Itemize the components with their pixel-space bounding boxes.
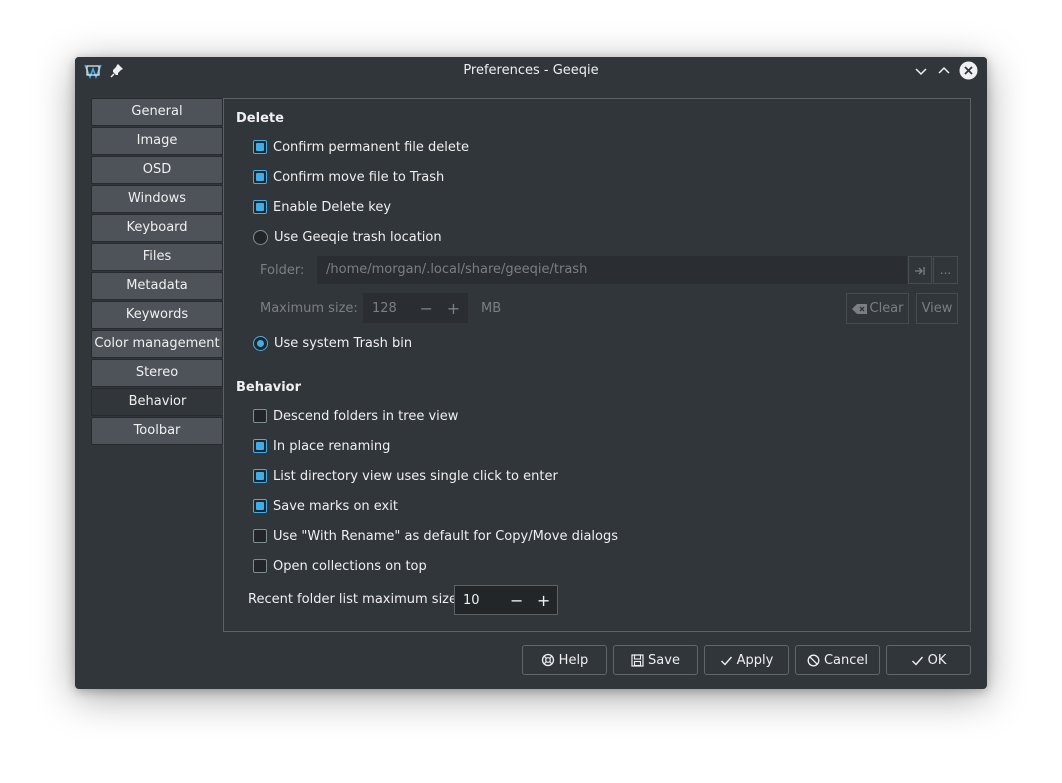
checkbox-indicator[interactable] xyxy=(253,140,267,154)
checkbox-indicator[interactable] xyxy=(253,469,267,483)
with-rename-checkbox[interactable]: Use "With Rename" as default for Copy/Mo… xyxy=(253,527,618,545)
max-size-unit: MB xyxy=(481,301,502,316)
in-place-renaming-checkbox[interactable]: In place renaming xyxy=(253,437,390,455)
view-trash-button[interactable]: View xyxy=(916,293,958,324)
plus-icon[interactable]: + xyxy=(530,591,557,610)
checkbox-indicator[interactable] xyxy=(253,559,267,573)
recent-folder-label: Recent folder list maximum size xyxy=(248,592,457,607)
checkbox-indicator[interactable] xyxy=(253,529,267,543)
spinner-value[interactable]: 128 xyxy=(364,301,413,316)
title-bar[interactable]: Preferences - Geeqie xyxy=(75,57,987,85)
checkbox-indicator[interactable] xyxy=(253,200,267,214)
radio-label: Use Geeqie trash location xyxy=(274,229,442,245)
apply-label: Apply xyxy=(736,652,774,668)
minimize-icon[interactable] xyxy=(912,62,930,80)
checkmark-icon xyxy=(720,654,733,667)
folder-browse-button[interactable]: ... xyxy=(933,256,958,284)
checkbox-indicator[interactable] xyxy=(253,170,267,184)
recent-folder-spinner[interactable]: 10 − + xyxy=(454,585,558,615)
tab-metadata[interactable]: Metadata xyxy=(91,272,223,300)
close-icon[interactable] xyxy=(959,61,978,80)
cancel-label: Cancel xyxy=(823,652,869,668)
save-marks-checkbox[interactable]: Save marks on exit xyxy=(253,497,398,515)
max-size-spinner[interactable]: 128 − + xyxy=(363,293,468,323)
plus-icon[interactable]: + xyxy=(440,299,467,318)
minus-icon[interactable]: − xyxy=(413,299,440,318)
checkbox-indicator[interactable] xyxy=(253,409,267,423)
tab-stereo[interactable]: Stereo xyxy=(91,359,223,387)
checkbox-label: Enable Delete key xyxy=(273,199,392,215)
minus-icon[interactable]: − xyxy=(503,591,530,610)
behavior-section-title: Behavior xyxy=(236,380,302,395)
apply-button[interactable]: Apply xyxy=(704,645,789,675)
radio-label: Use system Trash bin xyxy=(274,335,413,351)
confirm-permanent-delete-checkbox[interactable]: Confirm permanent file delete xyxy=(253,138,469,156)
tab-windows[interactable]: Windows xyxy=(91,185,223,213)
arrow-to-end-icon xyxy=(915,267,925,275)
collections-on-top-checkbox[interactable]: Open collections on top xyxy=(253,557,427,575)
checkbox-label: Use "With Rename" as default for Copy/Mo… xyxy=(273,528,618,544)
cancel-button[interactable]: Cancel xyxy=(795,645,880,675)
checkmark-icon xyxy=(911,654,924,667)
window-title: Preferences - Geeqie xyxy=(463,63,599,78)
save-button[interactable]: Save xyxy=(613,645,698,675)
spinner-value[interactable]: 10 xyxy=(455,593,503,608)
checkbox-label: List directory view uses single click to… xyxy=(273,468,558,484)
trash-folder-input[interactable]: /home/morgan/.local/share/geeqie/trash xyxy=(317,256,907,284)
checkbox-label: Descend folders in tree view xyxy=(273,408,459,424)
maximize-icon[interactable] xyxy=(935,62,953,80)
tab-general[interactable]: General xyxy=(91,98,223,126)
tab-color-management[interactable]: Color management xyxy=(91,330,223,358)
tab-keyboard[interactable]: Keyboard xyxy=(91,214,223,242)
help-button[interactable]: Help xyxy=(522,645,607,675)
tab-toolbar[interactable]: Toolbar xyxy=(91,417,223,445)
checkbox-label: Confirm permanent file delete xyxy=(273,139,469,155)
descend-folders-checkbox[interactable]: Descend folders in tree view xyxy=(253,407,458,425)
clear-trash-button[interactable]: Clear xyxy=(846,293,909,324)
ok-button[interactable]: OK xyxy=(886,645,971,675)
tab-behavior[interactable]: Behavior xyxy=(91,388,224,416)
checkbox-indicator[interactable] xyxy=(253,439,267,453)
tab-files[interactable]: Files xyxy=(91,243,223,271)
cancel-icon xyxy=(807,654,820,667)
checkbox-label: In place renaming xyxy=(273,438,391,454)
clear-label: Clear xyxy=(869,301,904,316)
folder-label: Folder: xyxy=(260,263,305,278)
delete-section-title: Delete xyxy=(236,111,284,126)
use-system-trash-radio[interactable]: Use system Trash bin xyxy=(253,334,412,352)
folder-go-button[interactable] xyxy=(908,256,932,284)
checkbox-label: Save marks on exit xyxy=(273,498,398,514)
checkbox-label: Open collections on top xyxy=(273,558,427,574)
backspace-icon xyxy=(851,303,867,314)
max-size-label: Maximum size: xyxy=(260,301,358,316)
radio-indicator[interactable] xyxy=(253,335,268,351)
single-click-checkbox[interactable]: List directory view uses single click to… xyxy=(253,467,558,485)
checkbox-label: Confirm move file to Trash xyxy=(273,169,445,185)
tab-image[interactable]: Image xyxy=(91,127,223,155)
help-icon xyxy=(541,653,555,667)
tab-keywords[interactable]: Keywords xyxy=(91,301,223,329)
confirm-trash-checkbox[interactable]: Confirm move file to Trash xyxy=(253,168,444,186)
enable-delete-key-checkbox[interactable]: Enable Delete key xyxy=(253,198,391,216)
help-label: Help xyxy=(558,652,589,668)
preferences-window: Preferences - Geeqie General Image OSD W… xyxy=(75,57,987,689)
save-label: Save xyxy=(648,652,680,668)
use-geeqie-trash-radio[interactable]: Use Geeqie trash location xyxy=(253,228,442,246)
radio-indicator[interactable] xyxy=(253,229,268,245)
checkbox-indicator[interactable] xyxy=(253,499,267,513)
save-icon xyxy=(631,653,644,667)
tab-osd[interactable]: OSD xyxy=(91,156,223,184)
ok-label: OK xyxy=(927,652,947,668)
